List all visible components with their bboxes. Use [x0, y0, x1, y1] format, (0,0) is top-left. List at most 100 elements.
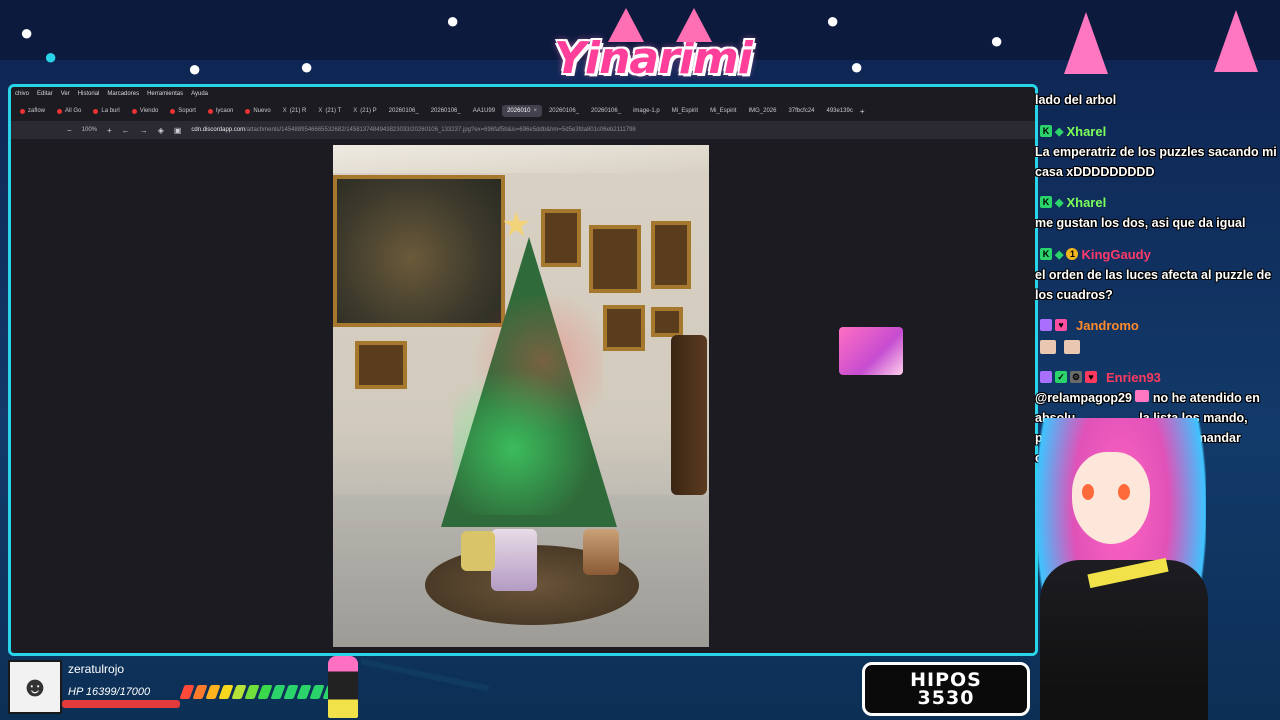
address-bar[interactable]: cdn.discordapp.com/attachments/145488954…	[191, 127, 635, 133]
x-logo-icon: X	[353, 108, 358, 114]
chat-message-text: casa xDDDDDDDDD	[1035, 165, 1155, 179]
twitch-badge-icon	[1040, 319, 1052, 331]
tab-favicon-icon	[170, 108, 176, 114]
chat-username[interactable]: Enrien93	[1106, 370, 1161, 385]
photo-tree-lights	[453, 295, 603, 515]
chat-message-text: me gustan los dos, asi que da igual	[1035, 216, 1246, 230]
browser-tab[interactable]: Mi_Espirit	[705, 105, 741, 117]
chat-username[interactable]: Xharel	[1066, 195, 1106, 210]
arrow-badge-icon: ◆	[1055, 196, 1064, 209]
photo-painting	[355, 341, 407, 389]
tab-label: Soport	[178, 108, 196, 114]
chat-message-text: los cuadros?	[1035, 288, 1113, 302]
tab-label: (21) R	[289, 108, 307, 114]
gear-badge-icon: ⚙	[1070, 371, 1082, 383]
tab-label: lycaon	[215, 108, 234, 114]
paw-print-icon: ●	[44, 44, 58, 69]
tab-label: AA1U99	[472, 108, 496, 114]
browser-tab[interactable]: 20260106_	[544, 105, 584, 117]
browser-tab-active[interactable]: 2026010 ×	[502, 105, 542, 117]
browser-tab[interactable]: Nuevo	[240, 105, 275, 117]
tab-label: (21) P	[360, 108, 377, 114]
check-badge-icon: ✓	[1055, 371, 1067, 383]
tab-favicon-icon	[245, 108, 251, 114]
tab-favicon-icon	[93, 108, 99, 114]
photo-painting	[651, 307, 683, 337]
close-tab-icon[interactable]: ×	[533, 108, 537, 114]
chat-message-fragment: no he atendido en	[1152, 391, 1260, 405]
menu-herramientas[interactable]: Herramientas	[147, 91, 183, 97]
tab-label: image-1.p	[633, 108, 660, 114]
paw-print-icon: ●	[826, 8, 840, 33]
arrow-badge-icon: ◆	[1055, 125, 1064, 138]
browser-tab[interactable]: 20260106_	[426, 105, 466, 117]
browser-tab[interactable]: Soport	[165, 105, 201, 117]
browser-tab[interactable]: Viendo	[127, 105, 164, 117]
chat-message-text: lado del arbol	[1035, 93, 1117, 107]
browser-tab[interactable]: 37fbcfc24	[783, 105, 819, 117]
browser-window: chivo Editar Ver Historial Marcadores He…	[8, 84, 1038, 656]
logo-cat-ear-right	[676, 8, 712, 42]
menu-historial[interactable]: Historial	[78, 91, 100, 97]
menu-archivo[interactable]: chivo	[15, 91, 29, 97]
browser-tab[interactable]: Mi_Espirit	[667, 105, 703, 117]
photo-gift-tin	[583, 529, 619, 575]
tab-label: Mi_Espirit	[710, 108, 737, 114]
browser-tab[interactable]: La burl	[88, 105, 124, 117]
zoom-level[interactable]: 100%	[82, 127, 97, 133]
soldier-avatar-icon: ☻	[8, 660, 62, 714]
tab-label: All Go	[65, 108, 82, 114]
tab-label: zaflow	[28, 108, 46, 114]
emote-icon	[1040, 340, 1056, 354]
tab-label: (21) T	[325, 108, 342, 114]
photo-ceiling-molding	[333, 145, 709, 173]
chat-username[interactable]: Xharel	[1066, 124, 1106, 139]
browser-tab[interactable]: IMG_2026	[743, 105, 781, 117]
arrow-badge-icon: ◆	[1055, 248, 1064, 261]
chat-message-text: La emperatriz de los puzzles sacando mi	[1035, 145, 1277, 159]
logo-cat-ear-left	[608, 8, 644, 42]
browser-tab[interactable]: lycaon	[203, 105, 238, 117]
browser-tab[interactable]: image-1.p	[628, 105, 665, 117]
menu-editar[interactable]: Editar	[37, 91, 53, 97]
tab-label: 2026010	[507, 108, 531, 114]
chat-username[interactable]: Jandromo	[1076, 318, 1139, 333]
browser-tab[interactable]: X (21) T	[313, 105, 346, 117]
url-path: /attachments/1454889546665532682/1458137…	[245, 127, 636, 133]
pixel-sprite	[328, 656, 358, 718]
browser-tab[interactable]: 20260106_	[586, 105, 626, 117]
new-tab-icon[interactable]: +	[860, 107, 865, 116]
zoom-in-icon[interactable]: +	[107, 126, 112, 135]
browser-toolbar: − 100% + ← → ◈ ▣ cdn.discordapp.com/atta…	[11, 121, 1035, 140]
shield-icon[interactable]: ◈	[158, 126, 164, 135]
forward-arrow-icon[interactable]: →	[140, 126, 148, 135]
browser-menubar: chivo Editar Ver Historial Marcadores He…	[11, 87, 1035, 101]
menu-ver[interactable]: Ver	[61, 91, 70, 97]
chat-message-text: @relampagop29 no he atendido en	[1035, 388, 1260, 408]
browser-tab[interactable]: All Go	[52, 105, 86, 117]
browser-tab[interactable]: zaflow	[15, 105, 50, 117]
chat-username[interactable]: KingGaudy	[1081, 247, 1150, 262]
browser-tab[interactable]: X (21) P	[348, 105, 381, 117]
back-arrow-icon[interactable]: ←	[122, 126, 130, 135]
tab-favicon-icon	[207, 108, 213, 114]
zoom-out-icon[interactable]: −	[67, 126, 72, 135]
browser-tab[interactable]: X (21) R	[278, 105, 312, 117]
paw-print-icon: ●	[20, 20, 34, 45]
browser-tab[interactable]: 20260106_	[384, 105, 424, 117]
paw-print-icon: ●	[990, 28, 1004, 53]
browser-tab[interactable]: AA1U99	[468, 105, 500, 117]
tab-label: 20260106_	[548, 108, 580, 114]
heart-badge-icon: ♥	[1055, 319, 1067, 331]
kick-badge-icon: K	[1040, 248, 1052, 260]
tab-label: Viendo	[139, 108, 159, 114]
photo-chair	[671, 335, 707, 495]
paw-print-icon: ●	[850, 54, 864, 79]
menu-ayuda[interactable]: Ayuda	[191, 91, 208, 97]
photo-gift-tin	[491, 529, 537, 591]
browser-tabbar: zaflow All Go La burl Viendo Soport lyca…	[11, 101, 1035, 121]
tree-star-icon: ★	[501, 206, 532, 244]
lock-icon: ▣	[173, 125, 182, 135]
browser-tab[interactable]: 493e139c	[822, 105, 858, 117]
menu-marcadores[interactable]: Marcadores	[107, 91, 139, 97]
